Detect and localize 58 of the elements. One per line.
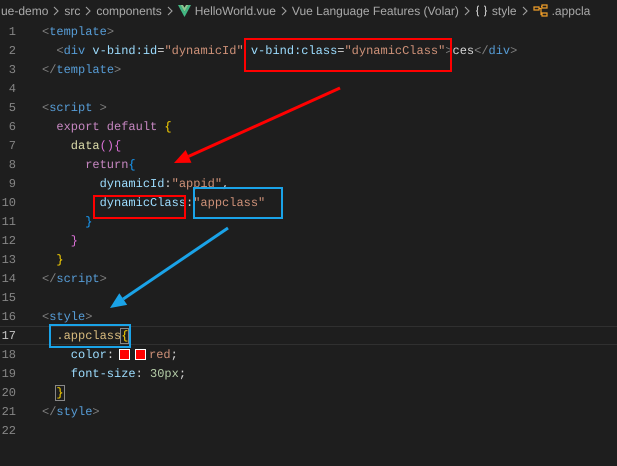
- code-text: }: [70, 234, 78, 248]
- color-swatch[interactable]: [135, 349, 146, 360]
- code-text: color:: [70, 348, 114, 362]
- line-number: 13: [0, 252, 16, 266]
- code-text: }: [55, 252, 64, 266]
- code-text: font-size: 30px;: [70, 366, 186, 380]
- line-number: 5: [8, 100, 16, 114]
- line-number: 2: [8, 44, 16, 58]
- line-number: 20: [0, 386, 16, 400]
- line-number: 18: [0, 348, 16, 362]
- line-number: 21: [0, 404, 16, 418]
- breadcrumb-item[interactable]: HelloWorld.vue: [194, 4, 276, 18]
- line-number: 7: [8, 138, 16, 152]
- code-text: export default {: [55, 120, 172, 134]
- line-number: 9: [8, 176, 16, 190]
- code-text: }: [84, 214, 92, 228]
- code-text: <script >: [42, 100, 107, 114]
- chevron-right-icon: [84, 6, 92, 16]
- line-number: 11: [0, 214, 16, 228]
- v-logo-icon: [178, 5, 191, 17]
- breadcrumb-item[interactable]: components: [96, 4, 162, 18]
- class-symbol-icon: [532, 4, 548, 18]
- line-number: 4: [8, 82, 16, 96]
- code-text: .appclass{: [55, 328, 128, 342]
- code-text: dynamicClass:"appclass": [98, 196, 266, 210]
- line-number: 15: [0, 290, 16, 304]
- code-text: data(){: [70, 138, 122, 152]
- line-number: 22: [0, 424, 16, 438]
- braces-icon: [474, 5, 488, 17]
- code-text: </script>: [42, 272, 107, 286]
- color-swatch[interactable]: [119, 349, 130, 360]
- breadcrumb-item[interactable]: src: [64, 4, 80, 18]
- breadcrumb-item[interactable]: ue-demo: [1, 4, 48, 18]
- chevron-right-icon: [462, 6, 471, 16]
- code-text: </style>: [42, 404, 100, 418]
- chevron-right-icon: [520, 6, 529, 16]
- code-text: <style>: [42, 310, 92, 324]
- line-number: 8: [8, 158, 16, 172]
- line-number: 14: [0, 272, 16, 286]
- line-number: 1: [8, 24, 16, 38]
- line-number: 16: [0, 310, 16, 324]
- code-text: </template>: [42, 62, 122, 76]
- code-text: <template>: [42, 24, 114, 38]
- line-number: 6: [8, 120, 16, 134]
- line-number: 12: [0, 234, 16, 248]
- chevron-right-icon: [280, 6, 288, 16]
- code-text: }: [55, 386, 64, 400]
- breadcrumb-item[interactable]: style: [492, 4, 517, 18]
- chevron-right-icon: [52, 6, 60, 16]
- line-number: 17: [0, 328, 16, 342]
- chevron-right-icon: [166, 6, 174, 16]
- breadcrumb-item[interactable]: .appcla: [552, 4, 590, 18]
- breadcrumb-item[interactable]: Vue Language Features (Volar): [292, 4, 459, 18]
- code-text: red;: [149, 348, 178, 362]
- code-text: return{: [84, 158, 136, 172]
- line-number: 3: [8, 62, 16, 76]
- line-number: 10: [0, 196, 16, 210]
- line-number: 19: [0, 366, 16, 380]
